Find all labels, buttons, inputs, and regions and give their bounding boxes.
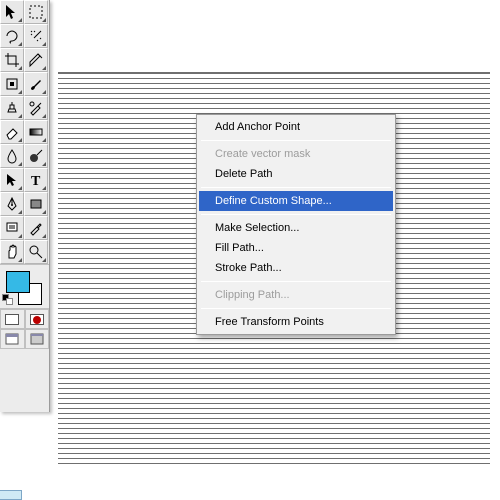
notes-tool[interactable] bbox=[0, 216, 24, 240]
lasso-tool[interactable] bbox=[0, 24, 24, 48]
menu-delete-path[interactable]: Delete Path bbox=[199, 164, 393, 184]
menu-make-selection[interactable]: Make Selection... bbox=[199, 218, 393, 238]
eraser-tool[interactable] bbox=[0, 120, 24, 144]
history-brush-tool[interactable] bbox=[24, 96, 48, 120]
type-tool[interactable]: T bbox=[24, 168, 48, 192]
gradient-tool[interactable] bbox=[24, 120, 48, 144]
menu-separator bbox=[201, 308, 391, 309]
menu-create-vector-mask: Create vector mask bbox=[199, 144, 393, 164]
healing-brush-tool[interactable] bbox=[0, 72, 24, 96]
menu-separator bbox=[201, 187, 391, 188]
screen-mode-row bbox=[0, 329, 49, 349]
hand-tool[interactable] bbox=[0, 240, 24, 264]
default-colors-icon[interactable] bbox=[2, 294, 14, 306]
blur-tool[interactable] bbox=[0, 144, 24, 168]
menu-separator bbox=[201, 281, 391, 282]
magic-wand-tool[interactable] bbox=[24, 24, 48, 48]
color-swatches[interactable] bbox=[0, 265, 49, 309]
horizontal-scrollbar[interactable] bbox=[0, 490, 22, 500]
standard-mode-button[interactable] bbox=[0, 309, 25, 329]
menu-define-custom-shape[interactable]: Define Custom Shape... bbox=[199, 191, 393, 211]
move-tool[interactable] bbox=[0, 0, 24, 24]
menu-separator bbox=[201, 214, 391, 215]
toolbox-panel: T bbox=[0, 0, 50, 412]
screen-standard-button[interactable] bbox=[0, 329, 25, 349]
edit-mode-row bbox=[0, 309, 49, 329]
menu-free-transform-points[interactable]: Free Transform Points bbox=[199, 312, 393, 332]
slice-tool[interactable] bbox=[24, 48, 48, 72]
screen-full-menu-button[interactable] bbox=[25, 329, 50, 349]
quickmask-mode-button[interactable] bbox=[25, 309, 50, 329]
zoom-tool[interactable] bbox=[24, 240, 48, 264]
menu-add-anchor-point[interactable]: Add Anchor Point bbox=[199, 117, 393, 137]
rect-marquee-tool[interactable] bbox=[24, 0, 48, 24]
menu-separator bbox=[201, 140, 391, 141]
brush-tool[interactable] bbox=[24, 72, 48, 96]
tool-grid: T bbox=[0, 0, 49, 265]
menu-clipping-path: Clipping Path... bbox=[199, 285, 393, 305]
clone-stamp-tool[interactable] bbox=[0, 96, 24, 120]
menu-fill-path[interactable]: Fill Path... bbox=[199, 238, 393, 258]
dodge-tool[interactable] bbox=[24, 144, 48, 168]
menu-stroke-path[interactable]: Stroke Path... bbox=[199, 258, 393, 278]
crop-tool[interactable] bbox=[0, 48, 24, 72]
pen-tool[interactable] bbox=[0, 192, 24, 216]
rect-shape-tool[interactable] bbox=[24, 192, 48, 216]
svg-text:T: T bbox=[31, 174, 41, 188]
path-selection-tool[interactable] bbox=[0, 168, 24, 192]
foreground-color-swatch[interactable] bbox=[6, 271, 30, 293]
eyedropper-tool[interactable] bbox=[24, 216, 48, 240]
path-context-menu: Add Anchor Point Create vector mask Dele… bbox=[196, 114, 396, 335]
